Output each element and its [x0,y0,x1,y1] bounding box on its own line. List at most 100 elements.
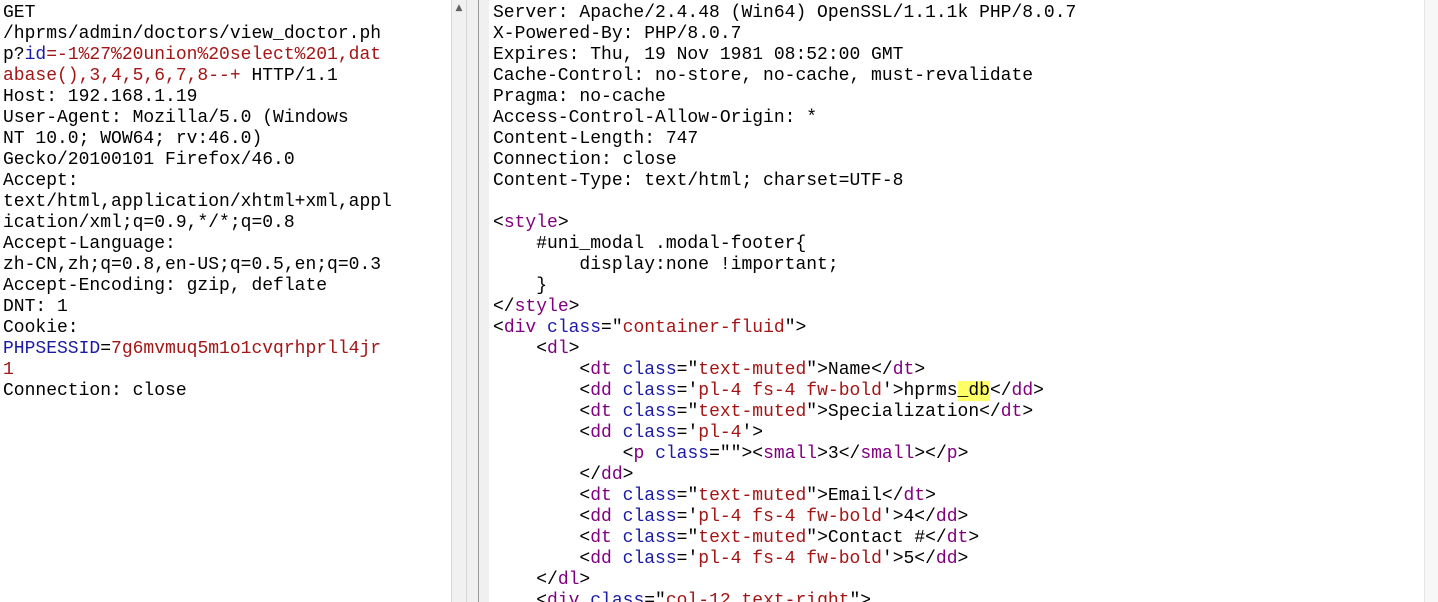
code-token: pl-4 fs-4 fw-bold [698,381,882,401]
code-token: ">Email</ [806,486,904,506]
code-token: id [24,45,47,65]
code-token: =" [644,591,666,602]
response-line: <dt class="text-muted">Name</dt> [493,360,1076,381]
response-pane[interactable]: Server: Apache/2.4.48 (Win64) OpenSSL/1.… [489,0,1438,602]
response-line: Pragma: no-cache [493,87,666,107]
code-token: text-muted [698,486,807,506]
code-token: ">Contact #</ [806,528,947,548]
response-line: <dt class="text-muted">Specialization</d… [493,402,1076,423]
response-line: Connection: close [493,150,677,170]
request-line: Accept-Language: [3,234,176,254]
code-token: < [493,528,591,548]
code-token: > [957,444,969,464]
code-token: dd [1011,381,1034,401]
response-line: <div class="col-12 text-right"> [493,591,1076,602]
code-token: pl-4 fs-4 fw-bold [698,549,882,569]
code-token: < [493,381,591,401]
code-token: </ [493,297,515,317]
pane-divider [478,0,479,602]
code-token: class [547,318,602,338]
code-token: small [860,444,915,464]
code-token: ">Name</ [806,360,893,380]
code-token: =' [676,507,699,527]
code-token: > [557,213,569,233]
code-token: < [493,486,591,506]
code-token: container-fluid [622,318,785,338]
response-line: <dd class='pl-4 fs-4 fw-bold'>5</dd> [493,549,1076,570]
request-pane[interactable]: GET/hprms/admin/doctors/view_doctor.ph p?… [0,0,449,602]
code-token: class [622,423,677,443]
request-code[interactable]: GET/hprms/admin/doctors/view_doctor.ph p?… [3,3,392,402]
code-token: =' [676,549,699,569]
request-line: Host: 192.168.1.19 [3,87,198,107]
request-scrollbar[interactable]: ▲ [451,0,467,602]
code-token: class [622,507,677,527]
code-token: class [622,360,677,380]
request-line: Accept: [3,171,79,191]
code-token: p [946,444,958,464]
code-token: PHPSESSID [3,339,101,359]
request-line: PHPSESSID=7g6mvmuq5m1o1cvqrhprll4jr [3,339,392,360]
code-token: =' [676,381,699,401]
code-token: > [957,507,969,527]
code-token: div [503,318,537,338]
code-token: dd [935,507,958,527]
response-line: <p class=""><small>3</small></p> [493,444,1076,465]
code-token: > [1022,402,1034,422]
code-token: '>5</ [881,549,936,569]
request-line: DNT: 1 [3,297,68,317]
code-token: dd [590,423,612,443]
code-token: 7g6mvmuq5m1o1cvqrhprll4jr [111,339,382,359]
code-token: =" [676,360,699,380]
response-line: #uni_modal .modal-footer{ [493,234,807,254]
code-token: 1 [3,360,14,380]
code-token: dd [601,465,623,485]
response-line: Content-Type: text/html; charset=UTF-8 [493,171,904,191]
request-line: Gecko/20100101 Firefox/46.0 [3,150,295,170]
code-token: "> [784,318,807,338]
response-line: display:none !important; [493,255,839,275]
request-line: ication/xml;q=0.9,*/*;q=0.8 [3,213,295,233]
code-token: col-12 text-right [665,591,850,602]
code-token: =' [676,423,699,443]
code-token: </ [989,381,1012,401]
code-token: HTTP/1.1 [240,66,338,86]
response-line: Content-Length: 747 [493,129,699,149]
code-token: > [925,486,936,506]
response-line: </dd> [493,465,1076,486]
response-line: Access-Control-Allow-Origin: * [493,108,818,128]
code-token: dd [590,381,612,401]
response-code[interactable]: Server: Apache/2.4.48 (Win64) OpenSSL/1.… [493,3,1076,602]
request-line: Cookie: [3,318,79,338]
code-token: pl-4 fs-4 fw-bold [698,507,882,527]
code-token: dt [903,486,926,506]
code-token: class [622,381,677,401]
code-token: < [493,444,634,464]
response-line: <dd class='pl-4 fs-4 fw-bold'>4</dd> [493,507,1076,528]
code-token: dl [557,570,580,590]
request-line: User-Agent: Mozilla/5.0 (Windows [3,108,349,128]
code-token: =" [676,402,699,422]
response-line: <dd class='pl-4 fs-4 fw-bold'>hprms_db</… [493,381,1076,402]
code-token: = [100,339,112,359]
code-token: > [568,339,580,359]
code-token: > [1033,381,1044,401]
code-token: dd [590,507,612,527]
code-token: class [655,444,710,464]
response-scrollbar[interactable] [1424,0,1438,602]
code-token: < [493,507,591,527]
code-token: </ [493,465,602,485]
response-line: <dt class="text-muted">Contact #</dt> [493,528,1076,549]
code-token: < [493,360,591,380]
code-token: dd [590,549,612,569]
request-line: Accept-Encoding: gzip, deflate [3,276,328,296]
code-token: '>4</ [881,507,936,527]
scroll-up-arrow-icon[interactable]: ▲ [452,2,466,14]
request-line: Connection: close [3,381,187,401]
